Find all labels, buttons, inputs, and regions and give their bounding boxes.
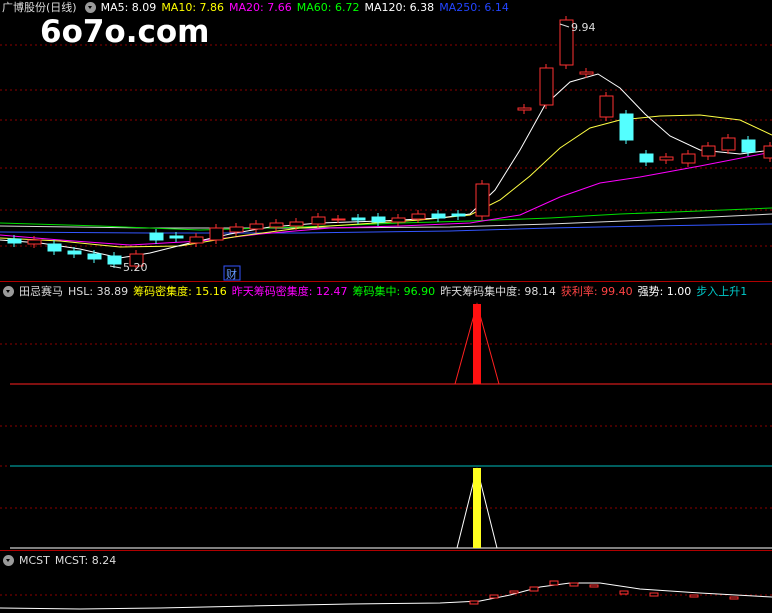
indicator-pane-2[interactable]: MCST MCST: 8.24 [0,551,772,613]
candle [331,218,346,221]
ma20-line [0,151,772,246]
mini-candle [569,582,579,587]
candle [289,221,304,227]
main-chart-pane[interactable]: 广博股份(日线) MA5: 8.09 MA10: 7.86 MA20: 7.66 MA6… [0,0,772,281]
candle [721,137,736,151]
mini-candle [509,590,519,594]
high-price-label: 9.94 [571,21,596,34]
candle [579,71,594,75]
candle [701,145,716,157]
mini-candle [469,600,479,605]
candle [371,216,386,223]
candle [351,217,366,221]
mini-candle [489,594,499,599]
candle [475,183,490,217]
candle [67,250,82,255]
mini-candle [689,594,699,598]
candle [391,217,406,223]
candle [87,253,102,260]
candle [741,139,756,153]
signal-bar-yellow [473,468,481,548]
mini-candle [549,580,559,586]
candle [27,239,42,245]
indicator1-chart [0,302,772,549]
candle [249,223,264,230]
candle [169,235,184,239]
candle [451,213,466,217]
mini-candle [649,592,659,597]
candle [639,153,654,163]
candle [107,255,122,265]
candle [539,67,554,106]
signal-bar-red [473,304,481,384]
mini-candle [529,586,539,592]
ma250-line [0,223,772,234]
candle [411,213,426,220]
candlestick-chart: 9.94 5.20 财 [0,16,772,281]
candle [269,222,284,228]
candle [431,213,446,219]
candle [517,107,532,111]
candle [47,243,62,252]
candle [619,113,634,141]
indicator-pane-1[interactable]: 田忌赛马 HSL: 38.89 筹码密集度: 15.16 昨天筹码密集度: 12.47… [0,282,772,550]
mcst-chart [0,580,772,610]
mini-candle [729,596,739,600]
candle [7,238,22,244]
candle [209,227,224,241]
candle [681,153,696,164]
candle [149,232,164,241]
candle [189,236,204,244]
mini-candle [619,590,629,595]
mini-candle [589,584,599,588]
candle [659,156,674,161]
candle [599,95,614,118]
candle [229,226,244,233]
candle [763,145,772,159]
event-marker[interactable]: 财 [226,267,237,281]
ma5-line [0,73,772,259]
candle [311,216,326,225]
low-price-label: 5.20 [123,261,148,274]
